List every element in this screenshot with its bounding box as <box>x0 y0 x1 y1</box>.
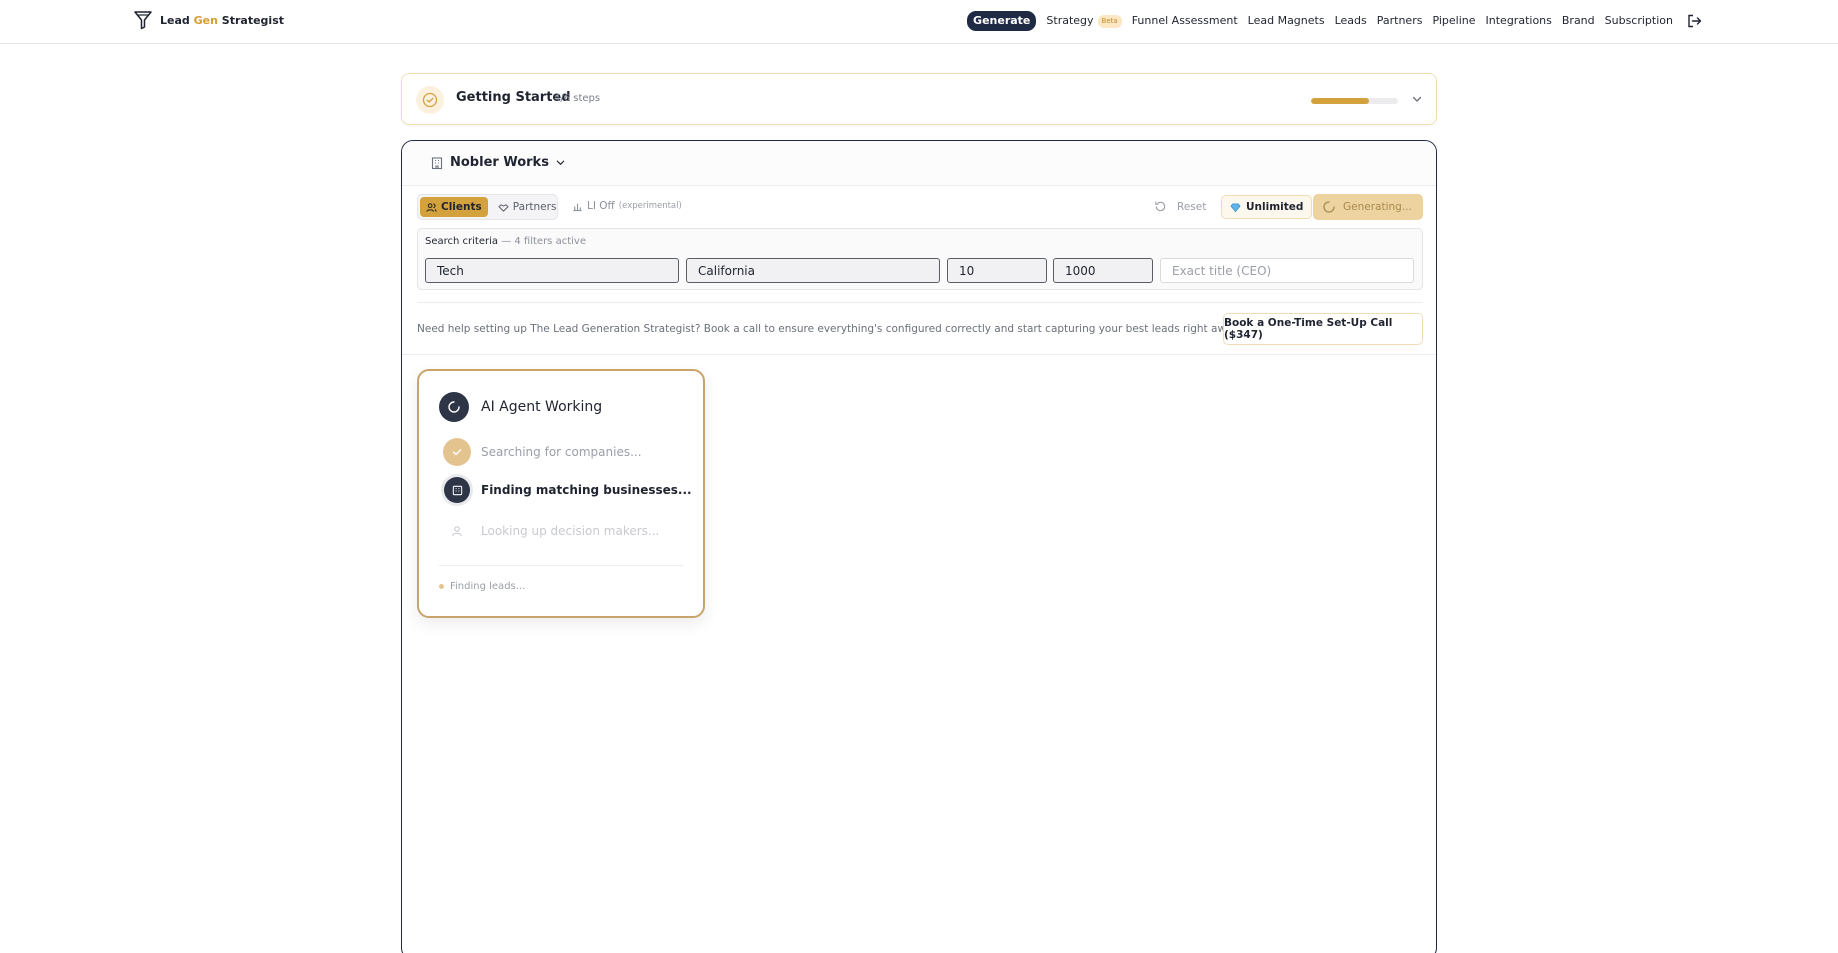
divider <box>417 302 1423 303</box>
reset-label: Reset <box>1177 200 1207 213</box>
users-icon <box>426 202 437 212</box>
agent-status-label: Finding leads... <box>450 581 526 592</box>
logout-icon[interactable] <box>1687 14 1702 28</box>
agent-step-finding: Finding matching businesses... <box>443 477 692 503</box>
agent-step-decision-makers: Looking up decision makers... <box>443 517 659 545</box>
linkedin-toggle[interactable]: LI Off (experimental) <box>572 200 682 212</box>
clients-label: Clients <box>441 201 482 213</box>
agent-step-label: Finding matching businesses... <box>481 483 692 497</box>
gem-icon <box>1230 202 1241 212</box>
beta-badge: Beta <box>1097 14 1122 28</box>
nav-integrations[interactable]: Integrations <box>1486 11 1552 31</box>
agent-step-label: Searching for companies... <box>481 445 642 459</box>
industry-field[interactable]: Tech <box>425 258 679 283</box>
unlimited-badge[interactable]: Unlimited <box>1221 195 1313 219</box>
generating-label: Generating... <box>1343 201 1412 213</box>
nav-generate[interactable]: Generate <box>967 11 1037 31</box>
refresh-icon <box>1155 201 1166 212</box>
generator-panel: Nobler Works Clients Partners LI Off (ex… <box>401 140 1437 953</box>
nav-funnel-assessment[interactable]: Funnel Assessment <box>1132 11 1238 31</box>
chevron-down-icon <box>556 160 565 165</box>
check-icon <box>443 438 471 466</box>
max-employees-field[interactable]: 1000 <box>1053 258 1153 283</box>
nav-links: Generate Strategy Beta Funnel Assessment … <box>967 11 1702 31</box>
getting-started-progress <box>1311 98 1398 104</box>
handshake-icon <box>498 203 509 212</box>
criteria-label: Search criteria — 4 filters active <box>425 236 586 247</box>
panel-header: Nobler Works <box>402 141 1436 186</box>
min-employees-field[interactable]: 10 <box>947 258 1047 283</box>
workspace-name: Nobler Works <box>450 155 549 170</box>
building-icon <box>444 477 470 503</box>
nav-subscription[interactable]: Subscription <box>1605 11 1673 31</box>
job-title-field[interactable]: Exact title (CEO) <box>1160 258 1414 283</box>
search-criteria: Search criteria — 4 filters active Tech … <box>417 228 1423 290</box>
divider <box>439 565 683 566</box>
partners-label: Partners <box>512 201 557 213</box>
getting-started-card[interactable]: Getting Started 4/6 steps <box>401 73 1437 125</box>
nav-partners[interactable]: Partners <box>1377 11 1423 31</box>
ai-agent-card: AI Agent Working Searching for companies… <box>417 369 705 618</box>
setup-help-text: Need help setting up The Lead Generation… <box>417 323 1241 335</box>
nav-brand[interactable]: Brand <box>1562 11 1595 31</box>
generate-button[interactable]: Generating... <box>1313 194 1423 220</box>
agent-step-searching: Searching for companies... <box>443 438 642 466</box>
reset-button[interactable]: Reset <box>1154 200 1206 213</box>
brand-name: Lead Gen Strategist <box>160 13 284 27</box>
chevron-down-icon[interactable] <box>1411 93 1423 108</box>
generator-toolbar: Clients Partners LI Off (experimental) R… <box>417 193 1423 221</box>
brand-logo[interactable]: Lead Gen Strategist <box>134 10 284 30</box>
check-circle-icon <box>416 86 444 114</box>
nav-pipeline[interactable]: Pipeline <box>1432 11 1475 31</box>
agent-status: Finding leads... <box>439 581 525 592</box>
bar-chart-icon <box>573 203 582 211</box>
getting-started-steps: 4/6 steps <box>554 93 601 104</box>
funnel-icon <box>134 11 152 30</box>
spinner-icon <box>439 392 469 422</box>
clients-tab[interactable]: Clients <box>420 197 488 217</box>
nav-leads[interactable]: Leads <box>1335 11 1367 31</box>
status-dot <box>439 584 444 589</box>
li-off-label: LI Off <box>587 200 615 212</box>
top-navbar: Lead Gen Strategist Generate Strategy Bet… <box>0 0 1838 44</box>
audience-toggle: Clients Partners <box>417 194 558 220</box>
agent-title: AI Agent Working <box>481 399 603 415</box>
spinner-icon <box>1323 201 1335 213</box>
divider <box>402 354 1436 355</box>
unlimited-label: Unlimited <box>1246 201 1304 213</box>
building-icon <box>431 156 443 169</box>
book-setup-call-button[interactable]: Book a One-Time Set-Up Call ($347) <box>1223 313 1423 345</box>
experimental-label: (experimental) <box>618 201 682 211</box>
agent-step-label: Looking up decision makers... <box>481 524 660 538</box>
nav-strategy[interactable]: Strategy Beta <box>1046 11 1122 31</box>
user-icon <box>443 517 471 545</box>
partners-tab[interactable]: Partners <box>492 197 563 217</box>
workspace-selector[interactable]: Nobler Works <box>430 155 566 170</box>
nav-lead-magnets[interactable]: Lead Magnets <box>1248 11 1325 31</box>
location-field[interactable]: California <box>686 258 940 283</box>
